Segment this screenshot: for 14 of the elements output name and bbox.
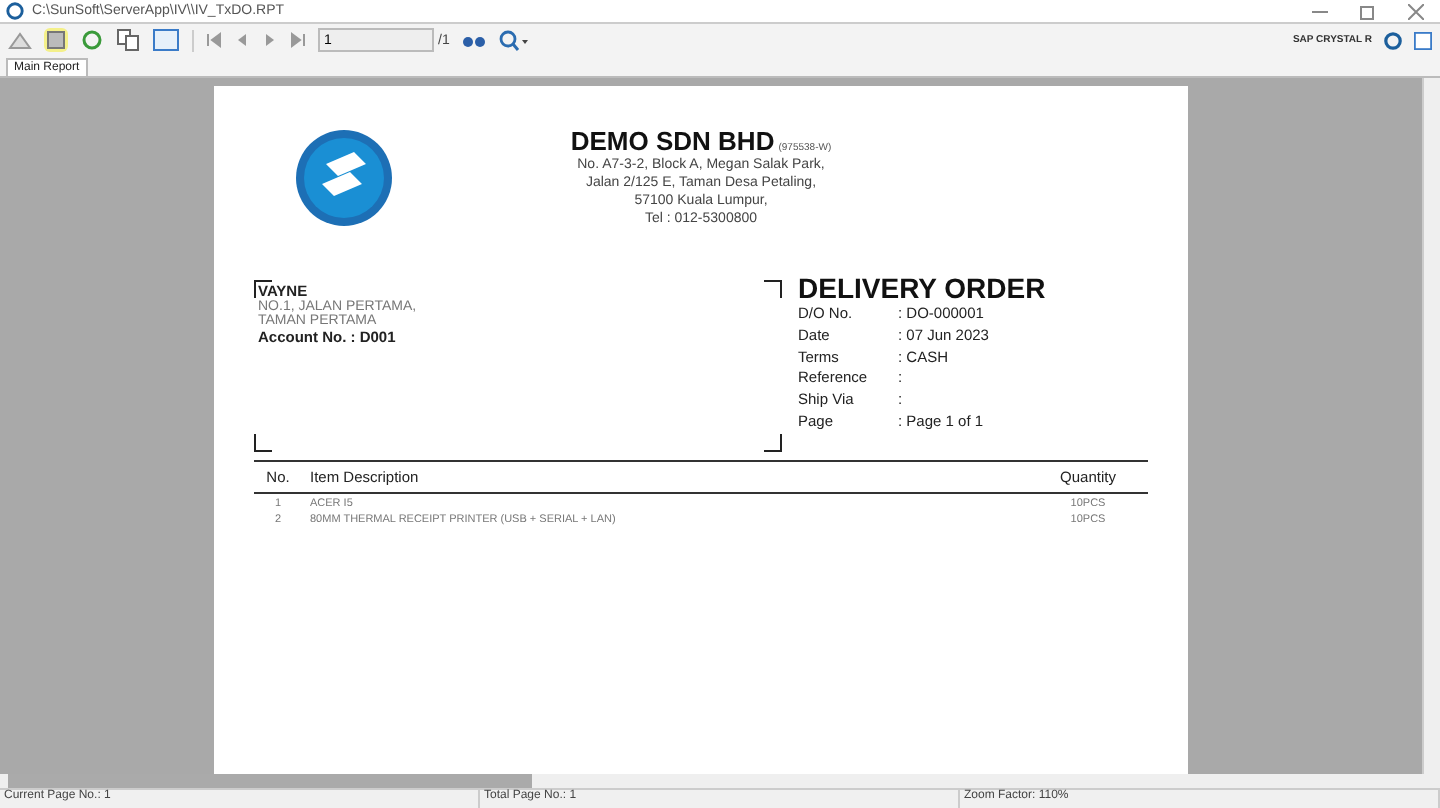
first-page-icon[interactable]: [206, 32, 222, 48]
restore-icon[interactable]: [1360, 3, 1376, 19]
document-title: DELIVERY ORDER: [798, 272, 1048, 304]
vertical-scrollbar[interactable]: [1422, 78, 1440, 774]
zoom-icon[interactable]: [497, 29, 530, 51]
previous-page-icon[interactable]: [234, 32, 250, 48]
last-page-icon[interactable]: [290, 32, 306, 48]
company-logo-icon: [294, 127, 394, 227]
company-name: DEMO SDN BHD: [570, 126, 775, 156]
copy-icon[interactable]: [116, 28, 140, 52]
horizontal-scrollbar[interactable]: [8, 774, 532, 788]
close-icon[interactable]: [1408, 3, 1424, 19]
app-icon: [6, 2, 24, 20]
next-page-icon[interactable]: [262, 32, 278, 48]
